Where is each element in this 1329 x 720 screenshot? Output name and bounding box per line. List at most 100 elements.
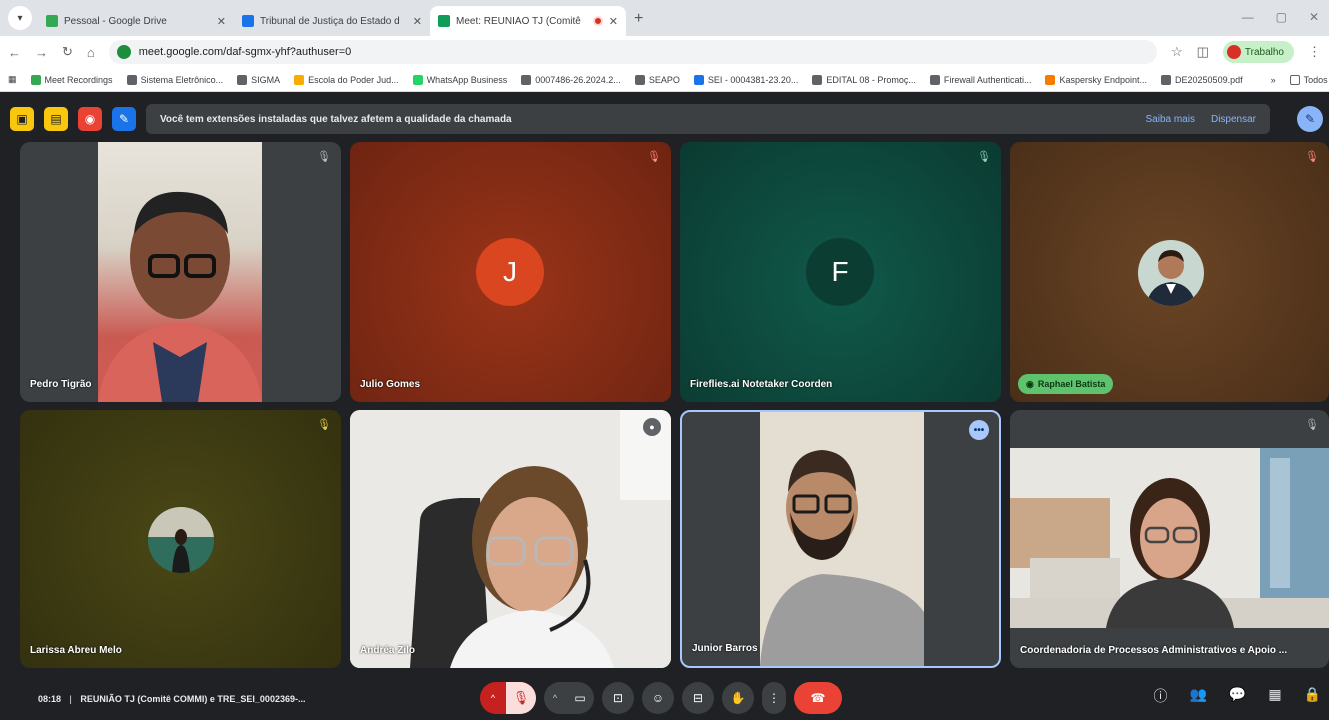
person-silhouette bbox=[98, 191, 262, 402]
mic-off-icon[interactable]: 🎙 bbox=[506, 682, 536, 714]
bookmark-star-icon[interactable]: ☆ bbox=[1171, 44, 1183, 60]
address-bar-row: ← → ↻ ⌂ meet.google.com/daf-sgmx-yhf?aut… bbox=[0, 36, 1329, 68]
all-favorites-folder[interactable]: Todos os favoritos bbox=[1289, 74, 1329, 85]
people-icon[interactable]: 👥 bbox=[1189, 686, 1206, 706]
mic-off-icon: 🎙 bbox=[1305, 419, 1319, 431]
mic-options-icon[interactable]: ^ bbox=[480, 682, 506, 714]
record-icon[interactable]: ◉ bbox=[78, 107, 102, 131]
participant-tile[interactable]: 🎙 Pedro Tigrão bbox=[20, 142, 341, 402]
mic-off-icon: 🎙 bbox=[317, 151, 331, 163]
chat-icon[interactable]: 💬 bbox=[1229, 686, 1246, 706]
tab-drive[interactable]: Pessoal - Google Drive ✕ bbox=[38, 6, 234, 36]
present-icon[interactable]: ⊡ bbox=[602, 682, 634, 714]
more-icon[interactable]: ⋮ bbox=[762, 682, 786, 714]
bookmark-item[interactable]: Meet Recordings bbox=[30, 74, 113, 85]
document-icon bbox=[521, 74, 532, 85]
maximize-icon[interactable]: ▢ bbox=[1276, 10, 1287, 24]
minimize-icon[interactable]: — bbox=[1242, 10, 1254, 24]
emoji-icon[interactable]: ☺ bbox=[642, 682, 674, 714]
forward-icon[interactable]: → bbox=[35, 45, 48, 60]
meeting-time: 08:18 bbox=[38, 694, 62, 704]
info-icon[interactable]: ⓘ bbox=[1153, 686, 1167, 706]
avatar-photo bbox=[1146, 250, 1196, 306]
participant-video bbox=[98, 142, 262, 402]
kaspersky-icon bbox=[1045, 74, 1056, 85]
participant-avatar bbox=[1138, 240, 1204, 306]
more-options-icon[interactable]: ••• bbox=[969, 420, 989, 440]
bookmark-item[interactable]: SIGMA bbox=[237, 74, 280, 85]
host-controls-icon[interactable]: 🔒 bbox=[1304, 686, 1321, 706]
dismiss-button[interactable]: Dispensar bbox=[1211, 114, 1256, 125]
bookmark-item[interactable]: 0007486-26.2024.2... bbox=[521, 74, 621, 85]
participant-avatar: F bbox=[806, 238, 874, 306]
tab-tribunal[interactable]: Tribunal de Justiça do Estado d ✕ bbox=[234, 6, 430, 36]
participant-tile[interactable]: 🎙 Coordenadoria de Processos Administrat… bbox=[1010, 410, 1329, 668]
site-info-icon[interactable] bbox=[116, 45, 131, 59]
drive-icon bbox=[30, 74, 41, 85]
bookmark-item[interactable]: EDITAL 08 - Promoç... bbox=[812, 74, 916, 85]
close-icon[interactable]: ✕ bbox=[413, 15, 422, 28]
tab-title: Meet: REUNIÃO TJ (Comitê bbox=[456, 15, 581, 27]
meeting-title: REUNIÃO TJ (Comitê COMMI) e TRE_SEI_0002… bbox=[80, 694, 306, 704]
tab-meet[interactable]: Meet: REUNIÃO TJ (Comitê ✕ bbox=[430, 6, 626, 36]
meeting-info: 08:18 | REUNIÃO TJ (Comitê COMMI) e TRE_… bbox=[38, 694, 306, 704]
avatar-photo bbox=[148, 507, 214, 573]
extension-warning-banner: Você tem extensões instaladas que talvez… bbox=[146, 104, 1270, 134]
learn-more-link[interactable]: Saiba mais bbox=[1146, 114, 1195, 125]
bookmark-item[interactable]: WhatsApp Business bbox=[412, 74, 507, 85]
mic-control: ^ 🎙 bbox=[480, 682, 536, 714]
bookmark-item[interactable]: Firewall Authenticati... bbox=[929, 74, 1031, 85]
back-icon[interactable]: ← bbox=[8, 45, 21, 60]
camera-icon[interactable]: ▭ bbox=[566, 682, 594, 714]
url-field[interactable]: meet.google.com/daf-sgmx-yhf?authuser=0 bbox=[108, 40, 1157, 64]
participant-name: Pedro Tigrão bbox=[30, 379, 92, 390]
participant-tile[interactable]: 🎙 ◉ Raphael Batista bbox=[1010, 142, 1329, 402]
activities-icon[interactable]: ▦ bbox=[1268, 686, 1281, 706]
close-window-icon[interactable]: ✕ bbox=[1309, 10, 1319, 24]
tab-title: Pessoal - Google Drive bbox=[64, 15, 167, 27]
bookmark-item[interactable]: Sistema Eletrônico... bbox=[126, 74, 223, 85]
bookmarks-bar: ▦ Meet Recordings Sistema Eletrônico... … bbox=[0, 68, 1329, 92]
participant-tile[interactable]: J 🎙 Julio Gomes bbox=[350, 142, 671, 402]
drive-icon bbox=[46, 15, 58, 27]
side-controls: ⓘ 👥 💬 ▦ 🔒 bbox=[1153, 686, 1321, 706]
bookmark-item[interactable]: SEI - 0004381-23.20... bbox=[693, 74, 798, 85]
globe-icon bbox=[126, 74, 137, 85]
tab-search-icon[interactable]: ▾ bbox=[8, 6, 32, 30]
extension-icon[interactable]: ▣ bbox=[10, 107, 34, 131]
profile-button[interactable]: Trabalho bbox=[1222, 41, 1294, 63]
close-icon[interactable]: ✕ bbox=[609, 15, 618, 28]
hand-icon[interactable]: ✋ bbox=[722, 682, 754, 714]
home-icon[interactable]: ⌂ bbox=[87, 45, 95, 60]
participant-video bbox=[1010, 448, 1329, 628]
bookmark-item[interactable]: SEAPO bbox=[634, 74, 680, 85]
bookmark-item[interactable]: Escola do Poder Jud... bbox=[294, 74, 399, 85]
captions-icon[interactable]: ⊟ bbox=[682, 682, 714, 714]
participant-tile[interactable]: ••• Junior Barros bbox=[680, 410, 1001, 668]
camera-options-icon[interactable]: ^ bbox=[544, 682, 566, 714]
bookmark-item[interactable]: Kaspersky Endpoint... bbox=[1045, 74, 1147, 85]
bookmarks-overflow[interactable]: » bbox=[1271, 75, 1276, 85]
close-icon[interactable]: ✕ bbox=[217, 15, 226, 28]
new-tab-icon[interactable]: + bbox=[634, 10, 643, 28]
mic-off-icon: 🎙 bbox=[1305, 151, 1319, 163]
globe-icon bbox=[634, 74, 645, 85]
hangup-icon[interactable]: ☎ bbox=[794, 682, 842, 714]
participant-avatar bbox=[148, 507, 214, 573]
apps-icon[interactable]: ▦ bbox=[8, 74, 17, 85]
extension-icon[interactable]: ✎ bbox=[112, 107, 136, 131]
participant-tile[interactable]: ● Andréa Zilo bbox=[350, 410, 671, 668]
browser-menu-icon[interactable]: ⋮ bbox=[1308, 44, 1321, 60]
extensions-icon[interactable]: ◫ bbox=[1197, 44, 1209, 60]
reload-icon[interactable]: ↻ bbox=[62, 44, 73, 60]
mic-off-icon: 🎙 bbox=[977, 151, 991, 163]
notice-text: Você tem extensões instaladas que talvez… bbox=[160, 113, 512, 125]
bookmark-item[interactable]: DE20250509.pdf bbox=[1161, 74, 1243, 85]
extension-icon[interactable]: ▤ bbox=[44, 107, 68, 131]
edit-pen-icon[interactable]: ✎ bbox=[1297, 106, 1323, 132]
participant-tile[interactable]: F 🎙 Fireflies.ai Notetaker Coorden bbox=[680, 142, 1001, 402]
participant-tile[interactable]: 🎙 Larissa Abreu Melo bbox=[20, 410, 341, 668]
participant-name: Larissa Abreu Melo bbox=[30, 645, 122, 656]
meet-icon bbox=[438, 15, 450, 27]
folder-icon bbox=[1289, 74, 1300, 85]
